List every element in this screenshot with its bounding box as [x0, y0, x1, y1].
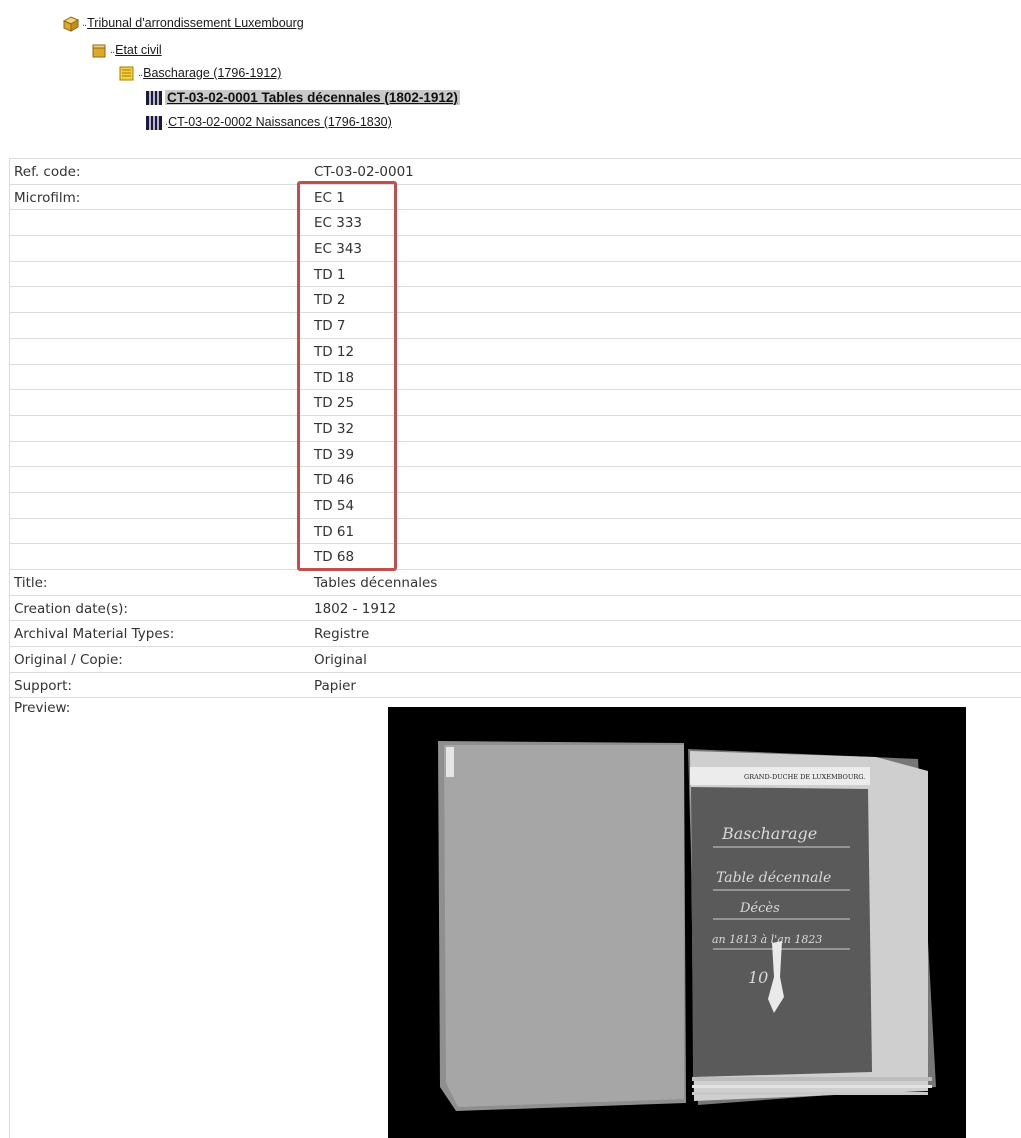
tree-node-naissances[interactable]: . CT-03-02-0002 Naissances (1796-1830) [145, 112, 392, 132]
register-label-line: Table décennale [716, 870, 831, 886]
folder-stack-icon [119, 66, 134, 80]
row-support: Support: Papier [9, 673, 1021, 699]
field-value: Papier [314, 677, 356, 694]
row-microfilm: EC 343 [9, 236, 1021, 262]
tree-connector: .. [110, 44, 115, 56]
row-microfilm: TD 25 [9, 390, 1021, 416]
row-microfilm: Microfilm: EC 1 [9, 185, 1021, 211]
register-label-line: an 1813 à l'an 1823 [712, 933, 822, 946]
film-reel-icon [146, 90, 162, 105]
register-label-line: 10 [748, 968, 768, 987]
tree-node-tribunal[interactable]: .. Tribunal d'arrondissement Luxembourg [62, 13, 304, 33]
row-microfilm: TD 68 [9, 544, 1021, 570]
tree-connector: . [165, 116, 168, 128]
field-value: Original [314, 652, 367, 669]
tree-connector: .. [82, 17, 87, 29]
field-value: 1802 - 1912 [314, 600, 397, 617]
tree-node-label[interactable]: Tribunal d'arrondissement Luxembourg [87, 16, 304, 30]
field-value: CT-03-02-0001 [314, 164, 414, 180]
preview-image[interactable]: GRAND-DUCHE DE LUXEMBOURG. Bascharage Ta… [388, 707, 966, 1138]
tree-node-selected[interactable]: CT-03-02-0001 Tables décennales (1802-19… [145, 87, 460, 107]
tree-node-label[interactable]: CT-03-02-0001 Tables décennales (1802-19… [165, 89, 460, 105]
row-microfilm: TD 46 [9, 467, 1021, 493]
field-value: Registre [314, 626, 370, 643]
register-label-line: Bascharage [721, 824, 817, 843]
row-microfilm: TD 39 [9, 442, 1021, 468]
tree-connector: .. [138, 67, 143, 79]
row-microfilm: TD 12 [9, 339, 1021, 365]
row-title: Title: Tables décennales [9, 570, 1021, 596]
tree-node-label[interactable]: Bascharage (1796-1912) [143, 66, 281, 80]
row-ref-code: Ref. code: CT-03-02-0001 [9, 159, 1021, 185]
archive-tree: .. Tribunal d'arrondissement Luxembourg … [0, 0, 1021, 150]
tree-node-bascharage[interactable]: .. Bascharage (1796-1912) [118, 63, 281, 83]
field-label: Title: [14, 575, 48, 591]
field-label: Microfilm: [14, 189, 81, 206]
archive-box-icon [92, 44, 106, 57]
register-photo: GRAND-DUCHE DE LUXEMBOURG. Bascharage Ta… [388, 707, 966, 1138]
row-microfilm: EC 333 [9, 210, 1021, 237]
row-microfilm: TD 61 [9, 519, 1021, 545]
register-label-line: Décès [739, 901, 780, 916]
field-label: Support: [14, 677, 72, 694]
tree-node-label[interactable]: Etat civil [115, 43, 162, 57]
row-microfilm: TD 54 [9, 493, 1021, 519]
row-microfilm: TD 1 [9, 262, 1021, 288]
row-microfilm: TD 2 [9, 287, 1021, 314]
tree-node-label[interactable]: CT-03-02-0002 Naissances (1796-1830) [168, 115, 392, 129]
field-label: Creation date(s): [14, 600, 128, 617]
row-microfilm: TD 18 [9, 365, 1021, 391]
field-label: Ref. code: [14, 164, 81, 180]
row-microfilm: TD 7 [9, 313, 1021, 339]
register-header-text: GRAND-DUCHE DE LUXEMBOURG. [744, 773, 865, 781]
archive-box-icon [62, 15, 80, 32]
row-microfilm: TD 32 [9, 416, 1021, 442]
field-label: Original / Copie: [14, 652, 123, 669]
row-creation-dates: Creation date(s): 1802 - 1912 [9, 596, 1021, 622]
row-material-types: Archival Material Types: Registre [9, 621, 1021, 648]
row-original-copie: Original / Copie: Original [9, 647, 1021, 673]
tree-node-etat-civil[interactable]: .. Etat civil [90, 40, 162, 60]
field-value: Tables décennales [314, 575, 438, 591]
field-label: Preview: [14, 700, 71, 717]
film-reel-icon [146, 115, 162, 130]
microfilm-highlight-box [297, 181, 397, 571]
field-label: Archival Material Types: [14, 626, 175, 643]
